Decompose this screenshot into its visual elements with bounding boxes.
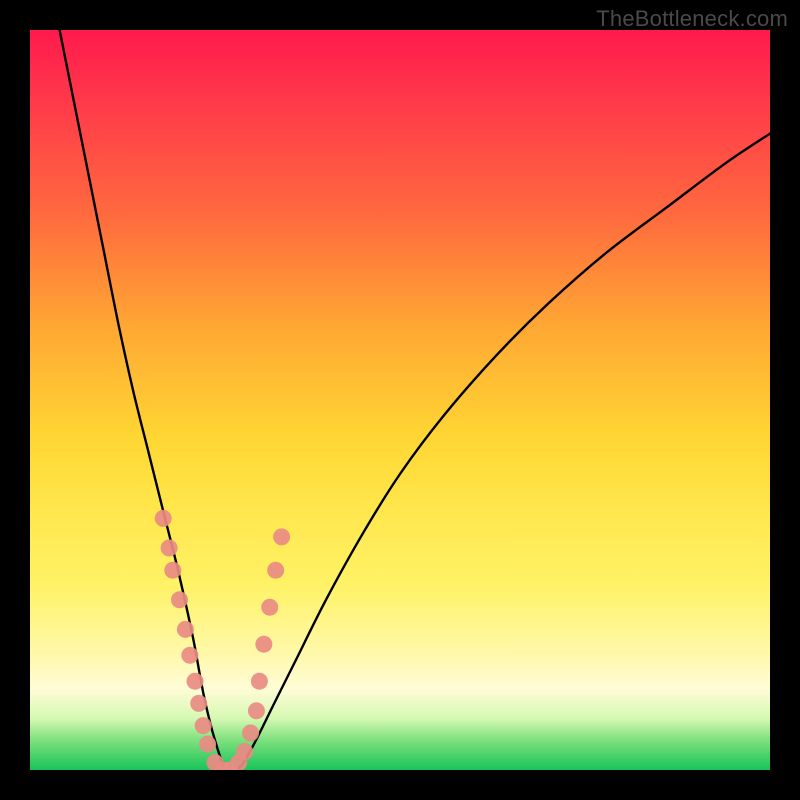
sample-dot — [248, 702, 265, 719]
sample-dots-group — [155, 510, 290, 770]
sample-dot — [255, 636, 272, 653]
sample-dot — [171, 591, 188, 608]
sample-dot — [236, 743, 253, 760]
sample-dot — [187, 673, 204, 690]
sample-dot — [155, 510, 172, 527]
sample-dot — [242, 725, 259, 742]
watermark-text: TheBottleneck.com — [596, 6, 788, 32]
sample-dot — [181, 647, 198, 664]
sample-dot — [267, 562, 284, 579]
chart-frame: TheBottleneck.com — [0, 0, 800, 800]
sample-dot — [261, 599, 278, 616]
sample-dot — [273, 528, 290, 545]
sample-dot — [199, 736, 216, 753]
sample-dot — [161, 540, 178, 557]
plot-area — [30, 30, 770, 770]
bottleneck-curve-line — [60, 30, 770, 770]
sample-dot — [195, 717, 212, 734]
sample-dot — [164, 562, 181, 579]
sample-dot — [177, 621, 194, 638]
chart-svg — [30, 30, 770, 770]
sample-dot — [251, 673, 268, 690]
sample-dot — [190, 695, 207, 712]
